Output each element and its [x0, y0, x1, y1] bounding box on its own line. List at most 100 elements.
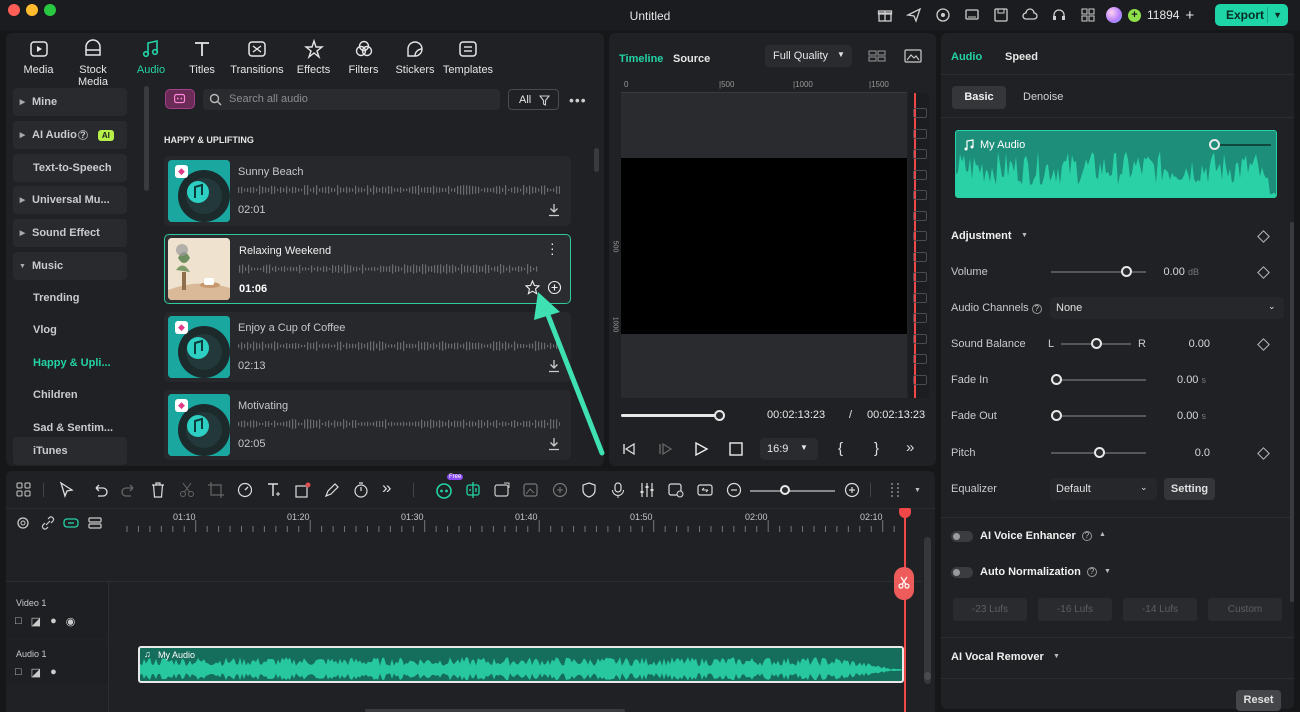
tab-stickers[interactable]: Stickers — [389, 38, 441, 78]
pen-icon[interactable] — [323, 481, 341, 499]
lufs-option-button[interactable]: -23 Lufs — [953, 598, 1027, 621]
split-icon[interactable] — [178, 481, 196, 499]
category-ai-audio[interactable]: ▶ AI Audio? AI — [13, 121, 127, 149]
ai-music-button[interactable] — [165, 89, 195, 109]
voice-enhancer-toggle[interactable] — [951, 531, 973, 542]
tab-stock-media[interactable]: Stock Media — [63, 38, 123, 88]
balance-slider-knob[interactable] — [1091, 338, 1102, 349]
inspector-scrollbar[interactable] — [1290, 222, 1294, 602]
tab-media[interactable]: Media — [14, 38, 63, 78]
tab-speed[interactable]: Speed — [1005, 51, 1038, 63]
avatar[interactable] — [1106, 7, 1122, 23]
track-card[interactable]: Relaxing Weekend 01:06 · · · — [164, 234, 571, 304]
send-icon[interactable] — [906, 7, 922, 23]
reset-button[interactable]: Reset — [1236, 690, 1281, 711]
pitch-value[interactable]: 0.0 — [1170, 447, 1210, 459]
speaker-icon[interactable]: ◪ — [31, 615, 41, 628]
more-options-icon[interactable]: ••• — [569, 92, 587, 108]
preview-progress-track[interactable] — [621, 414, 719, 417]
caret-up-icon[interactable]: ▲ — [1099, 531, 1106, 538]
motion-icon[interactable] — [551, 481, 569, 499]
shield-icon[interactable] — [580, 481, 598, 499]
mute-icon[interactable]: ● — [50, 615, 57, 628]
zoom-out-icon[interactable] — [725, 481, 743, 499]
save-icon[interactable] — [993, 7, 1009, 23]
preview-progress-knob[interactable] — [714, 410, 725, 421]
mark-out-icon[interactable]: } — [874, 440, 879, 457]
export-frame-icon[interactable] — [493, 481, 511, 499]
next-frame-icon[interactable] — [656, 440, 674, 458]
category-mine[interactable]: ▶ Mine — [13, 88, 127, 116]
track-card[interactable]: ◆ Sunny Beach 02:01 — [164, 156, 571, 226]
pitch-slider-knob[interactable] — [1093, 447, 1105, 458]
timeline-vertical-scrollbar[interactable] — [924, 537, 931, 684]
speed-icon[interactable] — [236, 481, 254, 499]
transform-icon[interactable] — [294, 481, 312, 499]
mark-in-icon[interactable]: { — [838, 440, 843, 457]
fadein-slider[interactable] — [1051, 379, 1146, 381]
ai-copilot-icon[interactable] — [435, 481, 453, 499]
caret-down-icon[interactable]: ▼ — [1104, 568, 1111, 575]
audio-mixer-icon[interactable] — [638, 481, 656, 499]
caret-down-icon[interactable]: ▼ — [914, 487, 921, 494]
tab-templates[interactable]: Templates — [441, 38, 495, 78]
headset-icon[interactable] — [1051, 7, 1067, 23]
scroll-thumb[interactable] — [924, 672, 931, 680]
select-tool-icon[interactable] — [58, 481, 76, 499]
apps-grid-icon[interactable] — [1080, 7, 1096, 23]
gift-icon[interactable] — [877, 7, 893, 23]
track-card[interactable]: ◆ Enjoy a Cup of Coffee 02:13 — [164, 312, 571, 382]
fadein-value[interactable]: 0.00 s — [1166, 374, 1206, 386]
tab-audio-settings[interactable]: Audio — [951, 51, 982, 63]
track-more-icon[interactable]: · · · — [550, 236, 555, 260]
tab-denoise[interactable]: Denoise — [1023, 91, 1063, 103]
equalizer-dropdown[interactable]: Default ⌄ — [1050, 478, 1157, 500]
music-item-happy-uplifting[interactable]: Happy & Upli... — [33, 357, 111, 369]
undo-icon[interactable] — [91, 481, 109, 499]
category-itunes[interactable]: iTunes — [13, 437, 127, 465]
delete-icon[interactable] — [149, 481, 167, 499]
fit-icon[interactable] — [696, 481, 714, 499]
redo-icon[interactable] — [120, 481, 138, 499]
fadeout-slider[interactable] — [1051, 415, 1146, 417]
clip-volume-knob[interactable] — [1209, 139, 1220, 150]
settings-icon[interactable] — [15, 515, 31, 531]
fadeout-slider-knob[interactable] — [1051, 410, 1062, 421]
mute-icon[interactable]: ● — [50, 666, 57, 679]
drag-handle-icon[interactable] — [886, 481, 904, 499]
magnet-snap-icon[interactable] — [63, 515, 79, 531]
credits-area[interactable]: + 11894 + — [1106, 5, 1194, 25]
tab-transitions[interactable]: Transitions — [225, 38, 289, 78]
volume-value[interactable]: 0.00 dB — [1159, 266, 1200, 278]
filter-dropdown[interactable]: All — [508, 89, 559, 110]
music-item-children[interactable]: Children — [33, 389, 78, 401]
crop-icon[interactable] — [207, 481, 225, 499]
lufs-option-button[interactable]: -14 Lufs — [1123, 598, 1197, 621]
chevron-down-icon[interactable]: ▼ — [1267, 7, 1282, 23]
add-credits-icon[interactable]: + — [1185, 7, 1194, 24]
play-icon[interactable] — [692, 440, 710, 458]
category-text-to-speech[interactable]: Text-to-Speech — [13, 154, 127, 182]
lufs-option-button[interactable]: Custom — [1208, 598, 1282, 621]
music-item-sad-sentimental[interactable]: Sad & Sentim... — [33, 422, 113, 434]
fadeout-value[interactable]: 0.00 s — [1166, 410, 1206, 422]
download-icon[interactable] — [547, 203, 561, 217]
search-input[interactable]: Search all audio — [203, 89, 500, 110]
cloud-upload-icon[interactable] — [1022, 7, 1038, 23]
category-universal-music[interactable]: ▶ Universal Mu... — [13, 186, 127, 214]
equalizer-setting-button[interactable]: Setting — [1164, 478, 1215, 500]
timer-icon[interactable] — [352, 481, 370, 499]
lufs-option-button[interactable]: -16 Lufs — [1038, 598, 1112, 621]
quality-dropdown[interactable]: Full Quality ▼ — [765, 45, 852, 67]
help-icon[interactable]: ? — [1082, 531, 1092, 541]
music-item-trending[interactable]: Trending — [33, 292, 79, 304]
zoom-in-icon[interactable] — [843, 481, 861, 499]
stop-icon[interactable] — [727, 440, 745, 458]
tab-audio[interactable]: Audio — [123, 38, 179, 78]
caret-down-icon[interactable]: ▼ — [1021, 232, 1028, 239]
tab-filters[interactable]: Filters — [338, 38, 389, 78]
link-icon[interactable] — [40, 515, 56, 531]
zoom-slider-knob[interactable] — [780, 485, 790, 495]
caret-down-icon[interactable]: ▼ — [1053, 653, 1060, 660]
image-edit-icon[interactable] — [522, 481, 540, 499]
